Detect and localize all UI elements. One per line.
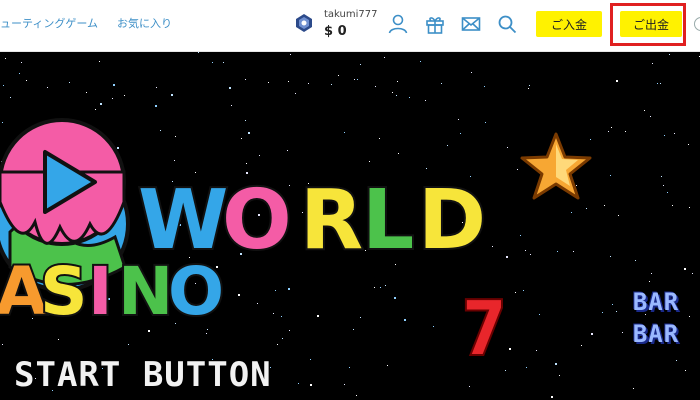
- game-canvas[interactable]: W O R L D A S I N O 7 BAR BAR START BUTT…: [0, 52, 700, 400]
- logo-letter-o: O: [222, 173, 292, 268]
- bar-symbol-bottom: BAR: [632, 320, 680, 348]
- logo-letter-i: I: [88, 253, 113, 330]
- search-icon[interactable]: [496, 13, 518, 35]
- edge-circle-icon: [694, 17, 700, 31]
- top-header: ューティングゲーム お気に入り takumi777 $ 0 ご入金 ご出金: [0, 0, 700, 52]
- logo-letter-o2: O: [168, 253, 224, 330]
- logo-letter-s: S: [40, 253, 88, 330]
- lucky-seven-icon: 7: [460, 284, 509, 374]
- gift-icon[interactable]: [424, 13, 446, 35]
- logo-letter-n: N: [118, 253, 173, 330]
- logo-letter-d: D: [418, 173, 486, 268]
- world-casino-logo: W O R L D A S I N O 7: [0, 118, 592, 374]
- username-label: takumi777: [324, 9, 378, 20]
- logo-letter-l: L: [362, 173, 414, 268]
- balance-value: $ 0: [324, 24, 347, 39]
- user-avatar-icon[interactable]: [294, 13, 314, 33]
- mail-icon[interactable]: [460, 13, 482, 35]
- start-button[interactable]: START BUTTON: [14, 355, 272, 395]
- nav-favorites-link[interactable]: お気に入り: [117, 15, 172, 31]
- svg-text:7: 7: [462, 286, 507, 372]
- deposit-button[interactable]: ご入金: [536, 11, 602, 37]
- user-icon[interactable]: [387, 13, 409, 35]
- bar-symbol-top: BAR: [632, 288, 680, 316]
- logo-letter-r: R: [300, 173, 363, 268]
- nav-shooting-games-link[interactable]: ューティングゲーム: [0, 15, 98, 31]
- withdraw-highlight-box: [610, 3, 686, 46]
